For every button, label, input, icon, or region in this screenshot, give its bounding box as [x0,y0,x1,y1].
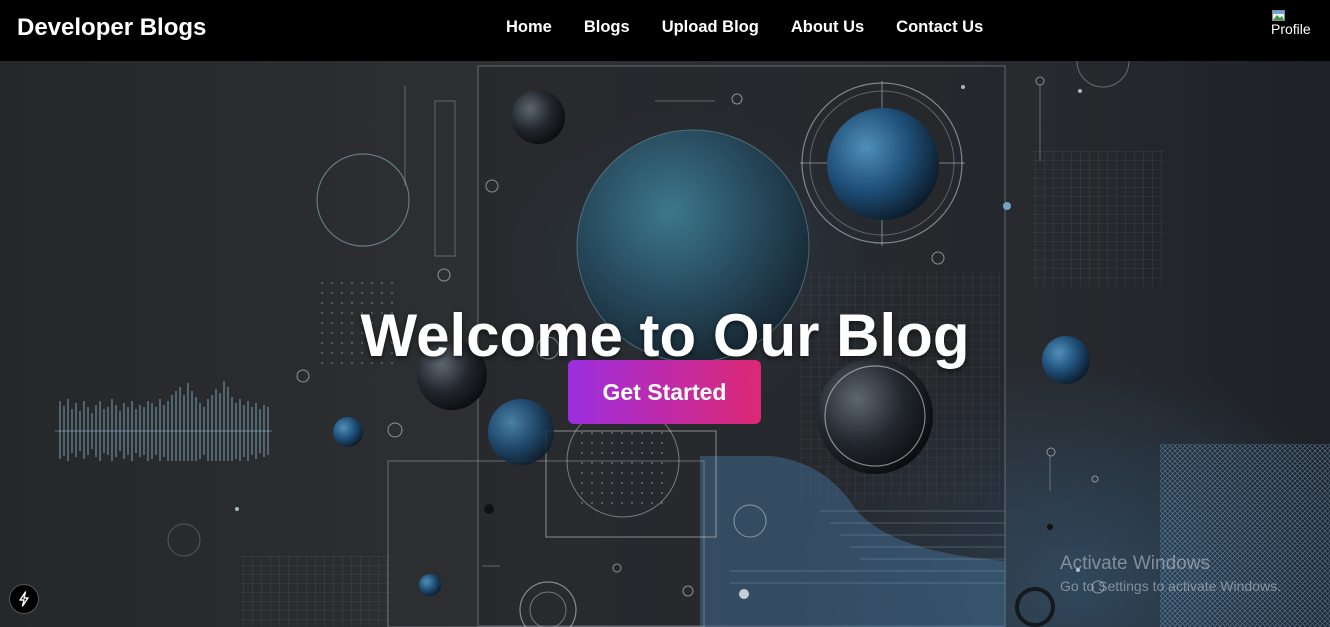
nav-link-home[interactable]: Home [490,18,568,37]
watermark-subtitle: Go to Settings to activate Windows. [1060,578,1281,594]
nav-link-about-us[interactable]: About Us [775,18,880,37]
navbar: Developer Blogs Home Blogs Upload Blog A… [0,0,1330,61]
activate-windows-watermark: Activate Windows Go to Settings to activ… [1060,553,1281,594]
dev-indicator-badge[interactable] [9,584,39,614]
nav-links: Home Blogs Upload Blog About Us Contact … [490,18,999,37]
profile-avatar[interactable]: Profile [1271,10,1311,46]
hero-section: Welcome to Our Blog Get Started [0,61,1330,627]
get-started-button[interactable]: Get Started [568,360,761,424]
watermark-title: Activate Windows [1060,553,1210,574]
profile-alt-text: Profile [1271,21,1311,37]
nav-link-blogs[interactable]: Blogs [568,18,646,37]
lightning-icon [19,591,29,607]
broken-image-icon [1272,10,1285,21]
brand-logo-link[interactable]: Developer Blogs [17,14,206,42]
nav-link-upload-blog[interactable]: Upload Blog [646,18,775,37]
nav-link-contact-us[interactable]: Contact Us [880,18,999,37]
